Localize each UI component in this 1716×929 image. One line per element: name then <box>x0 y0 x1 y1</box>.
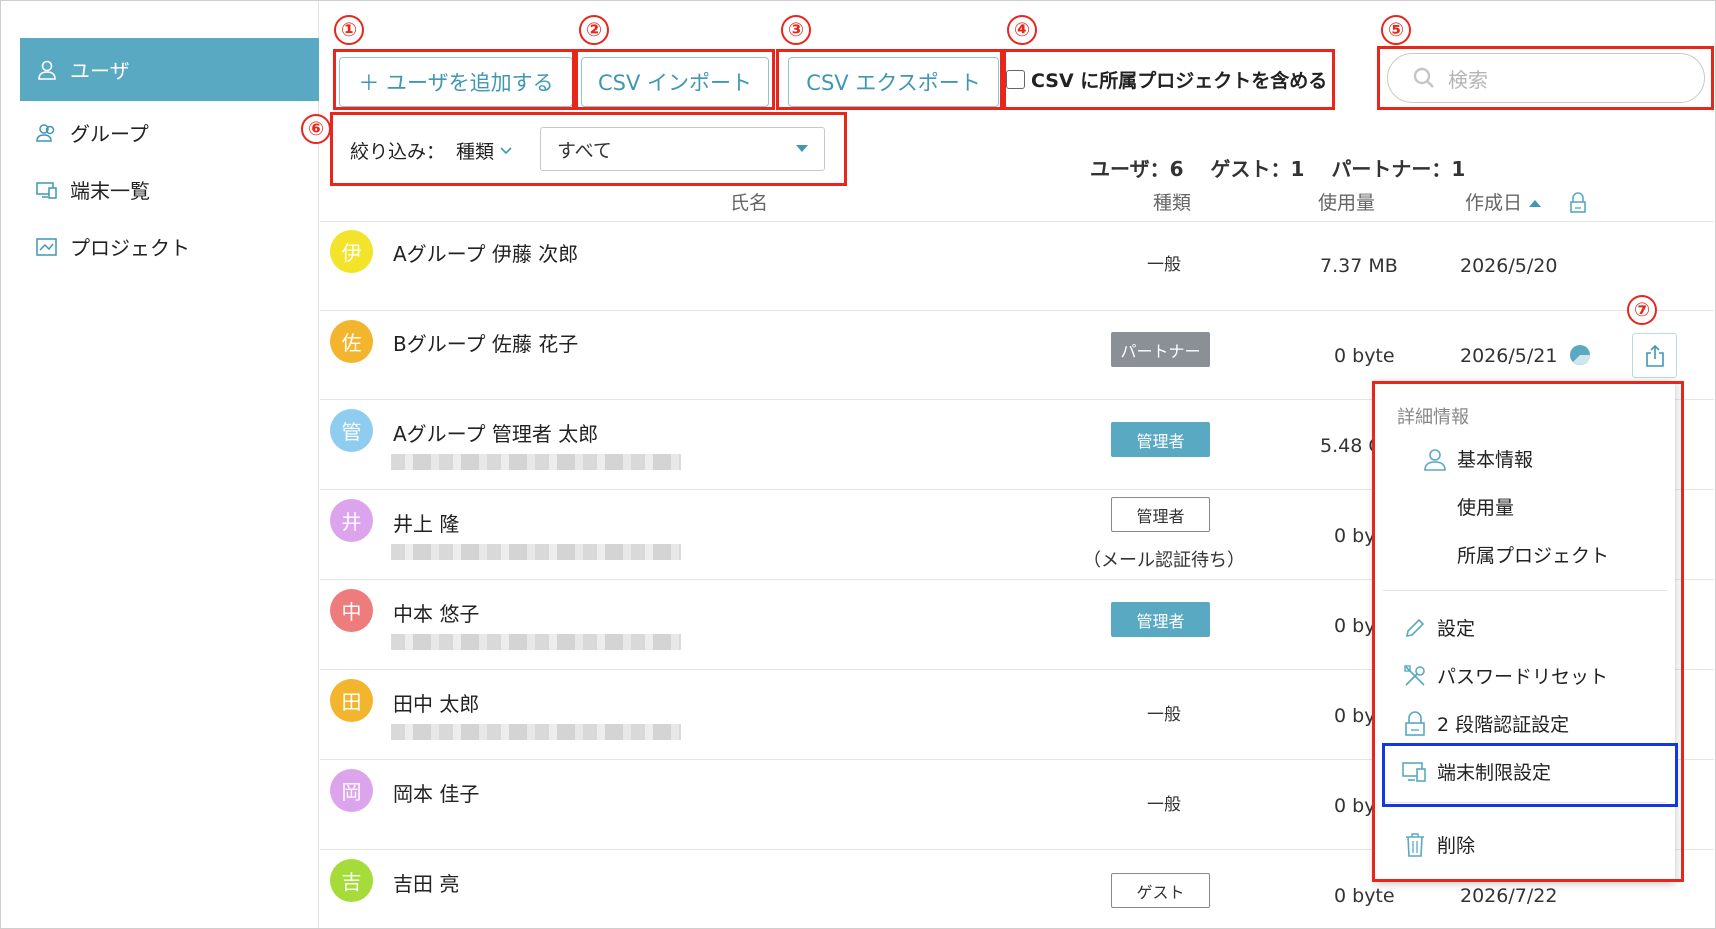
annotation-number-3: ③ <box>781 15 811 45</box>
blurred-email <box>391 454 681 470</box>
annotation-number-5: ⑤ <box>1381 15 1411 45</box>
blurred-email <box>391 724 681 740</box>
user-name[interactable]: Aグループ 管理者 太郎 <box>393 418 598 447</box>
annotation-number-1: ① <box>334 15 364 45</box>
blurred-email <box>391 544 681 560</box>
user-created-date: 2026/5/20 <box>1460 255 1558 277</box>
annotation-box-2 <box>575 49 775 110</box>
user-name[interactable]: 中本 悠子 <box>393 598 479 627</box>
status-badge: ゲスト <box>1111 873 1210 908</box>
avatar: 伊 <box>330 230 373 273</box>
avatar: 中 <box>330 589 373 632</box>
user-name[interactable]: Bグループ 佐藤 花子 <box>393 328 578 357</box>
lock-icon <box>1569 192 1587 218</box>
avatar: 管 <box>330 409 373 452</box>
annotation-number-2: ② <box>579 15 609 45</box>
user-usage: 0 by <box>1334 705 1376 727</box>
column-header-created[interactable]: 作成日 <box>1465 188 1522 215</box>
annotation-box-3 <box>776 49 1003 110</box>
status-badge: 管理者 <box>1111 497 1210 532</box>
sidebar-item-projects[interactable]: プロジェクト <box>20 215 319 278</box>
annotation-number-4: ④ <box>1007 15 1037 45</box>
usage-pie-icon <box>1569 344 1591 370</box>
column-header-name[interactable]: 氏名 <box>730 188 768 215</box>
user-name[interactable]: Aグループ 伊藤 次郎 <box>393 238 578 267</box>
user-icon <box>34 57 60 83</box>
user-name[interactable]: 吉田 亮 <box>393 868 459 897</box>
user-created-date: 2026/5/21 <box>1460 345 1558 367</box>
user-usage: 7.37 MB <box>1320 255 1398 277</box>
pending-verification-note: （メール認証待ち） <box>1083 550 1245 571</box>
sidebar-item-label: ユーザ <box>70 59 130 83</box>
sidebar-item-label: 端末一覧 <box>70 179 150 203</box>
group-icon <box>34 120 60 146</box>
status-badge: 管理者 <box>1111 602 1210 637</box>
user-kind: 一般 <box>1147 705 1181 725</box>
user-usage: 0 byte <box>1334 345 1395 367</box>
user-name[interactable]: 井上 隆 <box>393 508 459 537</box>
column-header-kind[interactable]: 種類 <box>1153 188 1191 215</box>
status-badge: パートナー <box>1111 332 1210 367</box>
avatar: 田 <box>330 679 373 722</box>
annotation-box-5 <box>1377 46 1714 110</box>
sort-asc-icon[interactable] <box>1529 200 1541 207</box>
annotation-box-6 <box>330 112 847 186</box>
user-kind: 一般 <box>1147 795 1181 815</box>
device-icon <box>34 177 60 203</box>
highlight-device-limit <box>1382 743 1678 807</box>
annotation-number-6: ⑥ <box>301 114 331 144</box>
divider <box>320 221 1714 222</box>
share-icon <box>1644 344 1666 368</box>
sidebar-item-label: プロジェクト <box>70 236 190 260</box>
avatar: 岡 <box>330 769 373 812</box>
user-usage: 0 by <box>1334 525 1376 547</box>
user-name[interactable]: 田中 太郎 <box>393 688 479 717</box>
user-usage: 0 by <box>1334 795 1376 817</box>
status-badge: 管理者 <box>1111 422 1210 457</box>
annotation-box-1 <box>333 49 575 110</box>
sidebar-item-devices[interactable]: 端末一覧 <box>20 158 319 221</box>
avatar: 井 <box>330 499 373 542</box>
blurred-email <box>391 634 681 650</box>
annotation-number-7: ⑦ <box>1627 295 1657 325</box>
divider <box>320 310 1714 311</box>
user-kind: 一般 <box>1147 255 1181 275</box>
annotation-box-4 <box>1003 49 1335 110</box>
user-usage: 0 by <box>1334 615 1376 637</box>
user-created-date: 2026/7/22 <box>1460 885 1558 907</box>
avatar: 佐 <box>330 320 373 363</box>
row-actions-button[interactable] <box>1632 333 1677 378</box>
user-counts: ユーザ：6 ゲスト：1 パートナー：1 <box>1090 157 1466 181</box>
column-header-usage[interactable]: 使用量 <box>1318 188 1375 215</box>
user-usage: 0 byte <box>1334 885 1395 907</box>
user-name[interactable]: 岡本 佳子 <box>393 778 479 807</box>
sidebar-item-groups[interactable]: グループ <box>20 101 319 164</box>
avatar: 吉 <box>330 859 373 902</box>
sidebar-item-users[interactable]: ユーザ <box>20 38 319 101</box>
project-icon <box>34 234 60 260</box>
sidebar-item-label: グループ <box>70 122 149 146</box>
sidebar: ユーザ グループ 端末一覧 プロジェクト <box>1 1 319 928</box>
